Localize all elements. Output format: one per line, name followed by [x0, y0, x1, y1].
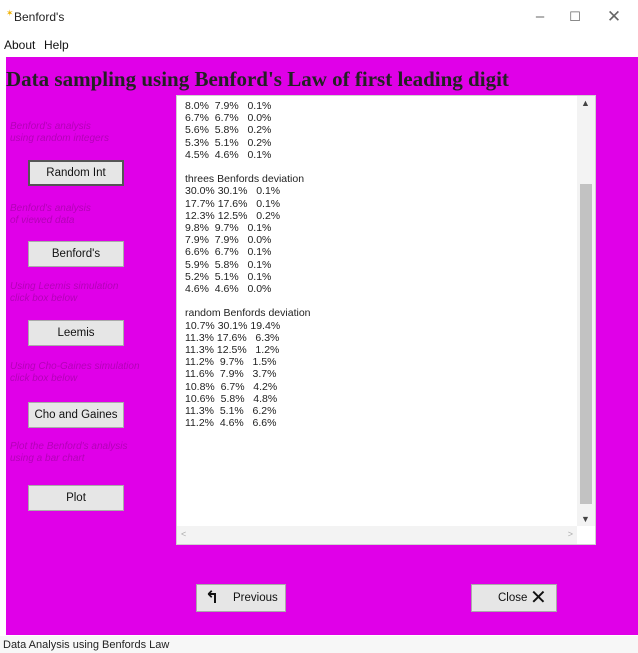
window-close-button[interactable]: ✕ — [602, 6, 626, 28]
scroll-right-icon[interactable]: > — [568, 529, 573, 539]
plot-label-text: Plot the Benford's analysis using a bar … — [10, 441, 128, 464]
menu-help[interactable]: Help — [44, 38, 69, 52]
output-text-area[interactable]: 8.0% 7.9% 0.1% 6.7% 6.7% 0.0% 5.6% 5.8% … — [176, 95, 596, 545]
status-text: Data Analysis using Benfords Law — [3, 639, 170, 651]
benfords-button[interactable]: Benford's — [28, 241, 124, 267]
title-bar: ✶ Benford's – ☐ ✕ — [0, 0, 638, 34]
back-arrow-icon: ↰ — [205, 588, 220, 607]
random-int-button[interactable]: Random Int — [28, 160, 124, 186]
cho-gaines-label-text: Using Cho-Gaines simulation click box be… — [10, 361, 140, 384]
close-button-label: Close — [498, 592, 528, 604]
horizontal-scrollbar[interactable]: < > — [177, 526, 577, 544]
plot-label: Plot the Benford's analysis using a bar … — [10, 441, 128, 465]
scroll-down-icon[interactable]: ▼ — [581, 514, 590, 524]
close-icon: ✕ — [530, 587, 547, 609]
random-int-label-text: Benford's analysis using random integers — [10, 121, 109, 144]
random-int-label: Benford's analysis using random integers — [10, 121, 109, 145]
page-title: Data sampling using Benford's Law of fir… — [6, 67, 509, 91]
cho-gaines-label: Using Cho-Gaines simulation click box be… — [10, 361, 140, 385]
menu-bar: About Help — [0, 35, 638, 56]
cho-gaines-button[interactable]: Cho and Gaines — [28, 402, 124, 428]
benford-label: Benford's analysis of viewed data — [10, 203, 91, 227]
close-button[interactable]: Close ✕ — [471, 584, 557, 612]
status-bar: Data Analysis using Benfords Law — [0, 636, 638, 653]
output-text: 8.0% 7.9% 0.1% 6.7% 6.7% 0.0% 5.6% 5.8% … — [185, 100, 311, 430]
window-title: Benford's — [14, 10, 65, 24]
leemis-label: Using Leemis simulation click box below — [10, 281, 118, 305]
menu-about[interactable]: About — [4, 38, 35, 52]
previous-button-label: Previous — [233, 592, 278, 604]
previous-button[interactable]: ↰ Previous — [196, 584, 286, 612]
feather-icon: ✶ — [6, 8, 14, 18]
vertical-scroll-thumb[interactable] — [580, 184, 592, 504]
leemis-button[interactable]: Leemis — [28, 320, 124, 346]
plot-button[interactable]: Plot — [28, 485, 124, 511]
scroll-up-icon[interactable]: ▲ — [581, 98, 590, 108]
scroll-left-icon[interactable]: < — [181, 529, 186, 539]
vertical-scrollbar[interactable]: ▲ ▼ — [577, 96, 595, 526]
maximize-button[interactable]: ☐ — [563, 6, 587, 28]
minimize-button[interactable]: – — [528, 6, 552, 28]
leemis-label-text: Using Leemis simulation click box below — [10, 281, 119, 304]
main-panel: Data sampling using Benford's Law of fir… — [6, 57, 638, 635]
benford-label-text: Benford's analysis of viewed data — [10, 203, 91, 226]
